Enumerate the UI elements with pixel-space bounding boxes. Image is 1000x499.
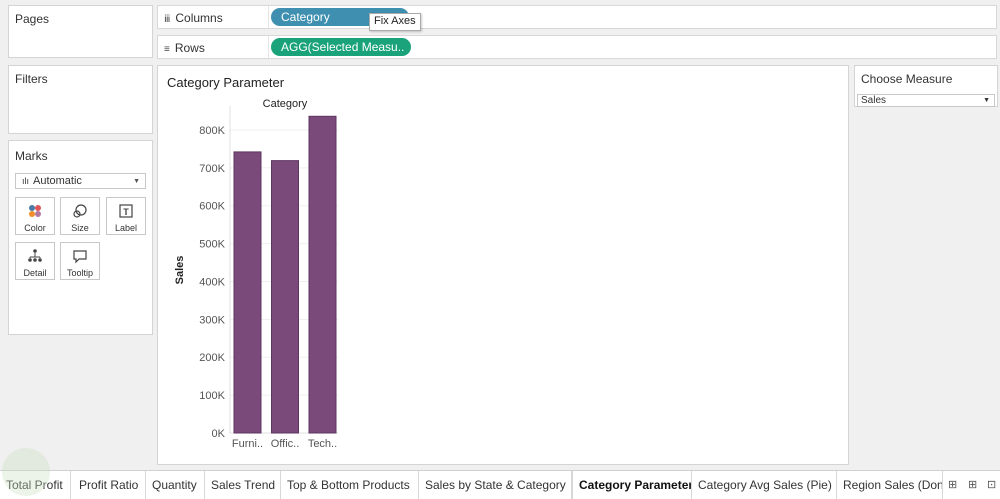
mark-type-value: Automatic bbox=[33, 175, 82, 187]
bar bbox=[233, 151, 262, 434]
tab-profit-ratio[interactable]: Profit Ratio bbox=[73, 471, 146, 499]
y-tick-label: 600K bbox=[199, 201, 225, 213]
color-label: Color bbox=[24, 223, 46, 233]
svg-text:T: T bbox=[123, 207, 129, 217]
color-dots-icon bbox=[16, 203, 54, 221]
choose-measure-dropdown[interactable]: Sales ▼ bbox=[857, 94, 995, 107]
bar-chart-icon: ılı bbox=[22, 176, 30, 186]
parameter-title: Choose Measure bbox=[861, 72, 953, 86]
parameter-value: Sales bbox=[861, 95, 887, 106]
bar bbox=[308, 115, 337, 434]
filters-title: Filters bbox=[15, 72, 48, 86]
pages-title: Pages bbox=[15, 12, 50, 26]
size-circles-icon bbox=[61, 203, 99, 221]
columns-icon: ⅲ bbox=[164, 14, 171, 25]
x-tick-label: Furni.. bbox=[232, 438, 263, 450]
tab-top-bottom-products[interactable]: Top & Bottom Products bbox=[281, 471, 419, 499]
bar bbox=[271, 160, 299, 434]
tab-sales-trend[interactable]: Sales Trend bbox=[205, 471, 281, 499]
label-t-icon: T bbox=[107, 203, 145, 221]
size-label: Size bbox=[71, 223, 89, 233]
fix-axes-tooltip: Fix Axes bbox=[369, 13, 421, 31]
x-tick-label: Tech.. bbox=[308, 438, 337, 450]
columns-shelf-label: ⅲ Columns bbox=[164, 11, 223, 25]
marks-card: Marks ılı Automatic ▼ Color Size T Label… bbox=[8, 140, 153, 335]
tooltip-bubble-icon bbox=[61, 248, 99, 266]
pages-card: Pages bbox=[8, 5, 153, 58]
shelf-divider bbox=[268, 36, 269, 58]
new-worksheet-icon[interactable]: ⊞ bbox=[948, 478, 957, 491]
detail-label: Detail bbox=[23, 268, 47, 278]
view-card: Category Parameter Category 0K 100K 200K 300… bbox=[157, 65, 849, 465]
new-dashboard-icon[interactable]: ⊞ bbox=[968, 478, 977, 491]
color-button[interactable]: Color bbox=[15, 197, 55, 235]
tab-category-parameter[interactable]: Category Parameter bbox=[572, 471, 692, 499]
marks-title: Marks bbox=[15, 149, 48, 163]
rows-shelf[interactable]: ≡ Rows AGG(Selected Measu.. bbox=[157, 35, 997, 59]
new-story-icon[interactable]: ⊡ bbox=[987, 478, 996, 491]
y-tick-label: 400K bbox=[199, 276, 225, 288]
chevron-down-icon: ▼ bbox=[133, 177, 140, 185]
tab-quantity[interactable]: Quantity bbox=[146, 471, 205, 499]
y-tick-label: 500K bbox=[199, 239, 225, 251]
tab-region-sales-donut[interactable]: Region Sales (Donu bbox=[837, 471, 943, 499]
tooltip-button[interactable]: Tooltip bbox=[60, 242, 100, 280]
columns-shelf[interactable]: ⅲ Columns Category bbox=[157, 5, 997, 29]
column-header: Category bbox=[263, 98, 308, 110]
label-button[interactable]: T Label bbox=[106, 197, 146, 235]
size-button[interactable]: Size bbox=[60, 197, 100, 235]
chevron-down-icon: ▼ bbox=[983, 97, 990, 104]
bar-chart: Category 0K 100K 200K 300K 400K 500K 600K 700K 80… bbox=[174, 98, 338, 450]
agg-measure-pill[interactable]: AGG(Selected Measu.. bbox=[271, 38, 411, 56]
sheet-tab-bar: Total Profit Profit Ratio Quantity Sales… bbox=[0, 470, 1000, 499]
y-axis-title: Sales bbox=[174, 256, 186, 285]
rows-icon: ≡ bbox=[164, 44, 170, 55]
y-tick-label: 200K bbox=[199, 352, 225, 364]
detail-dots-icon bbox=[16, 248, 54, 266]
tooltip-label: Tooltip bbox=[66, 268, 93, 278]
shelf-divider bbox=[268, 6, 269, 28]
tab-category-avg-sales-pie[interactable]: Category Avg Sales (Pie) bbox=[692, 471, 837, 499]
x-tick-label: Offic.. bbox=[271, 438, 300, 450]
filters-card[interactable]: Filters bbox=[8, 65, 153, 134]
y-tick-label: 0K bbox=[212, 428, 226, 440]
label-label: Label bbox=[114, 223, 138, 233]
watermark-logo-icon bbox=[2, 448, 50, 496]
detail-button[interactable]: Detail bbox=[15, 242, 55, 280]
y-tick-label: 100K bbox=[199, 390, 225, 402]
y-tick-label: 700K bbox=[199, 163, 225, 175]
mark-type-dropdown[interactable]: ılı Automatic ▼ bbox=[15, 173, 146, 189]
parameter-card: Choose Measure Sales ▼ bbox=[854, 65, 998, 107]
rows-shelf-label: ≡ Rows bbox=[164, 41, 205, 55]
y-tick-label: 300K bbox=[199, 314, 225, 326]
y-tick-label: 800K bbox=[199, 125, 225, 137]
tab-sales-by-state-category[interactable]: Sales by State & Category bbox=[419, 471, 572, 499]
